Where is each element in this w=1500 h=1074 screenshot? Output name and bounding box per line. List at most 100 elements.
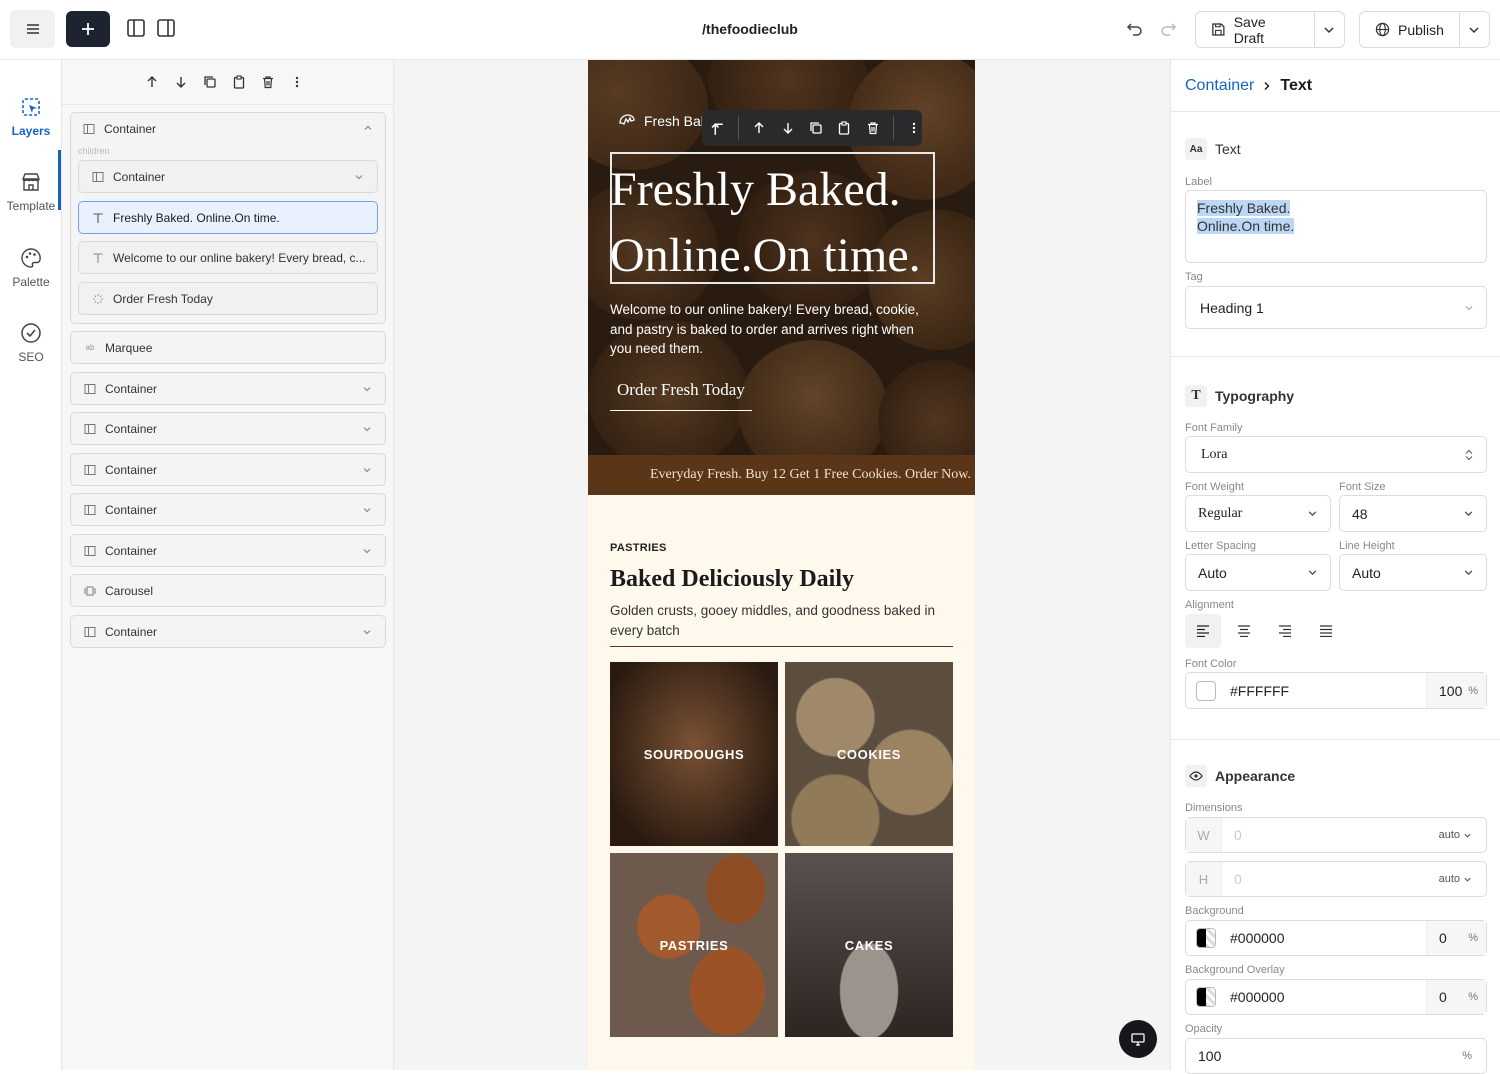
toggle-left-panel-icon[interactable] xyxy=(125,17,147,39)
undo-icon[interactable] xyxy=(1124,18,1146,40)
letter-spacing-select[interactable]: Auto xyxy=(1185,554,1331,591)
hero-section[interactable]: Fresh Bak Freshly Baked. Online.On time.… xyxy=(588,60,975,455)
section-divider xyxy=(610,646,953,647)
publish-dropdown[interactable] xyxy=(1460,12,1489,47)
toggle-right-panel-icon[interactable] xyxy=(155,17,177,39)
publish-label: Publish xyxy=(1398,21,1444,38)
duplicate-icon[interactable] xyxy=(202,74,218,90)
device-preview-button[interactable] xyxy=(1119,1020,1157,1058)
more-icon[interactable] xyxy=(906,120,922,137)
background-opacity[interactable]: 0% xyxy=(1426,921,1486,955)
layers-icon xyxy=(22,98,40,116)
height-unit-select[interactable]: auto xyxy=(1439,873,1472,885)
breadcrumb: Container Text xyxy=(1185,77,1312,95)
layer-carousel[interactable]: Carousel xyxy=(70,574,386,607)
category-tile-pastries[interactable]: PASTRIES xyxy=(610,853,778,1037)
line-height-select[interactable]: Auto xyxy=(1339,554,1487,591)
layer-label: Container xyxy=(105,421,158,436)
background-overlay-input[interactable]: #000000 0% xyxy=(1185,979,1487,1015)
text-style-icon: Aa xyxy=(1185,138,1207,160)
trash-icon[interactable] xyxy=(260,74,276,90)
hero-heading-line: Online.On time. xyxy=(610,229,921,282)
chevron-right-icon xyxy=(1264,81,1270,91)
width-unit-select[interactable]: auto xyxy=(1439,829,1472,841)
trash-icon[interactable] xyxy=(864,120,880,137)
duplicate-icon[interactable] xyxy=(808,120,824,137)
section-text: Golden crusts, gooey middles, and goodne… xyxy=(610,603,935,638)
chevron-updown-icon xyxy=(1465,449,1473,460)
background-value: #000000 xyxy=(1230,930,1285,946)
publish-button[interactable]: Publish xyxy=(1360,12,1460,47)
tile-label: SOURDOUGHS xyxy=(643,746,745,762)
croissant-logo-icon xyxy=(619,114,635,125)
divider xyxy=(1171,356,1500,357)
layer-container[interactable]: Container xyxy=(70,372,386,405)
layer-container[interactable]: Container xyxy=(70,615,386,648)
order-fresh-button[interactable]: Order Fresh Today xyxy=(610,380,752,411)
layer-child-container[interactable]: Container xyxy=(78,160,378,193)
overlay-opacity[interactable]: 0% xyxy=(1426,980,1486,1014)
layer-container[interactable]: Container xyxy=(70,493,386,526)
color-swatch[interactable] xyxy=(1196,928,1216,948)
opacity-input[interactable]: 100 % xyxy=(1185,1038,1487,1074)
layer-group-header[interactable]: Container xyxy=(70,112,386,145)
element-toolbar xyxy=(702,110,922,146)
layer-container[interactable]: Container xyxy=(70,453,386,486)
font-color-input[interactable]: #FFFFFF 100% xyxy=(1185,672,1487,709)
rail-seo[interactable]: SEO xyxy=(0,322,62,364)
clipboard-icon[interactable] xyxy=(836,120,852,137)
add-element-button[interactable] xyxy=(66,11,110,47)
breadcrumb-parent[interactable]: Container xyxy=(1185,77,1254,95)
align-center-icon[interactable] xyxy=(1226,614,1262,648)
rail-palette[interactable]: Palette xyxy=(0,247,62,289)
select-parent-icon[interactable] xyxy=(710,120,726,137)
font-size-select[interactable]: 48 xyxy=(1339,495,1487,532)
category-tile-sourdoughs[interactable]: SOURDOUGHS xyxy=(610,662,778,846)
hero-heading[interactable]: Freshly Baked. Online.On time. xyxy=(610,157,970,289)
color-swatch[interactable] xyxy=(1196,680,1216,701)
move-down-icon[interactable] xyxy=(173,74,189,90)
align-left-icon[interactable] xyxy=(1185,614,1221,648)
width-input[interactable]: W 0 auto xyxy=(1185,817,1487,853)
rail-template[interactable]: Template xyxy=(0,171,62,213)
color-swatch[interactable] xyxy=(1196,987,1216,1007)
redo-icon[interactable] xyxy=(1157,18,1179,40)
move-up-icon[interactable] xyxy=(144,74,160,90)
font-family-select[interactable]: Lora xyxy=(1185,436,1487,473)
category-tile-cakes[interactable]: CAKES xyxy=(785,853,953,1037)
height-placeholder: 0 xyxy=(1234,871,1242,887)
divider xyxy=(1171,111,1500,112)
layer-marquee[interactable]: ab Marquee xyxy=(70,331,386,364)
background-color-input[interactable]: #000000 0% xyxy=(1185,920,1487,956)
tile-label: COOKIES xyxy=(836,746,902,762)
font-color-opacity[interactable]: 100% xyxy=(1426,673,1486,708)
align-justify-icon[interactable] xyxy=(1308,614,1344,648)
menu-icon[interactable] xyxy=(10,10,55,48)
layer-child-heading[interactable]: Freshly Baked. Online.On time. xyxy=(78,201,378,234)
brand[interactable]: Fresh Bak xyxy=(618,112,708,130)
hero-paragraph[interactable]: Welcome to our online bakery! Every brea… xyxy=(610,300,930,359)
layers-panel: Container children Container Freshly Bak… xyxy=(62,60,394,1070)
layer-child-paragraph[interactable]: Welcome to our online bakery! Every brea… xyxy=(78,241,378,274)
canvas: Fresh Bak Freshly Baked. Online.On time.… xyxy=(394,60,1170,1070)
section-title: Appearance xyxy=(1215,768,1296,784)
more-icon[interactable] xyxy=(289,74,305,90)
save-draft-dropdown[interactable] xyxy=(1315,12,1344,47)
layer-container[interactable]: Container xyxy=(70,412,386,445)
eye-icon xyxy=(1185,765,1207,787)
clipboard-icon[interactable] xyxy=(231,74,247,90)
rail-layers[interactable]: Layers xyxy=(0,96,62,138)
move-down-icon[interactable] xyxy=(780,120,796,137)
marquee-banner[interactable]: Everyday Fresh. Buy 12 Get 1 Free Cookie… xyxy=(588,455,975,495)
move-up-icon[interactable] xyxy=(751,120,767,137)
label-textarea[interactable]: Freshly Baked. Online.On time. xyxy=(1185,190,1487,263)
layer-child-button[interactable]: Order Fresh Today xyxy=(78,282,378,315)
tag-select[interactable]: Heading 1 xyxy=(1185,286,1487,329)
layer-container[interactable]: Container xyxy=(70,534,386,567)
font-weight-select[interactable]: Regular xyxy=(1185,495,1331,532)
height-input[interactable]: H 0 auto xyxy=(1185,861,1487,897)
save-draft-button[interactable]: Save Draft xyxy=(1196,12,1315,47)
align-right-icon[interactable] xyxy=(1267,614,1303,648)
font-color-value: #FFFFFF xyxy=(1230,682,1290,699)
category-tile-cookies[interactable]: COOKIES xyxy=(785,662,953,846)
